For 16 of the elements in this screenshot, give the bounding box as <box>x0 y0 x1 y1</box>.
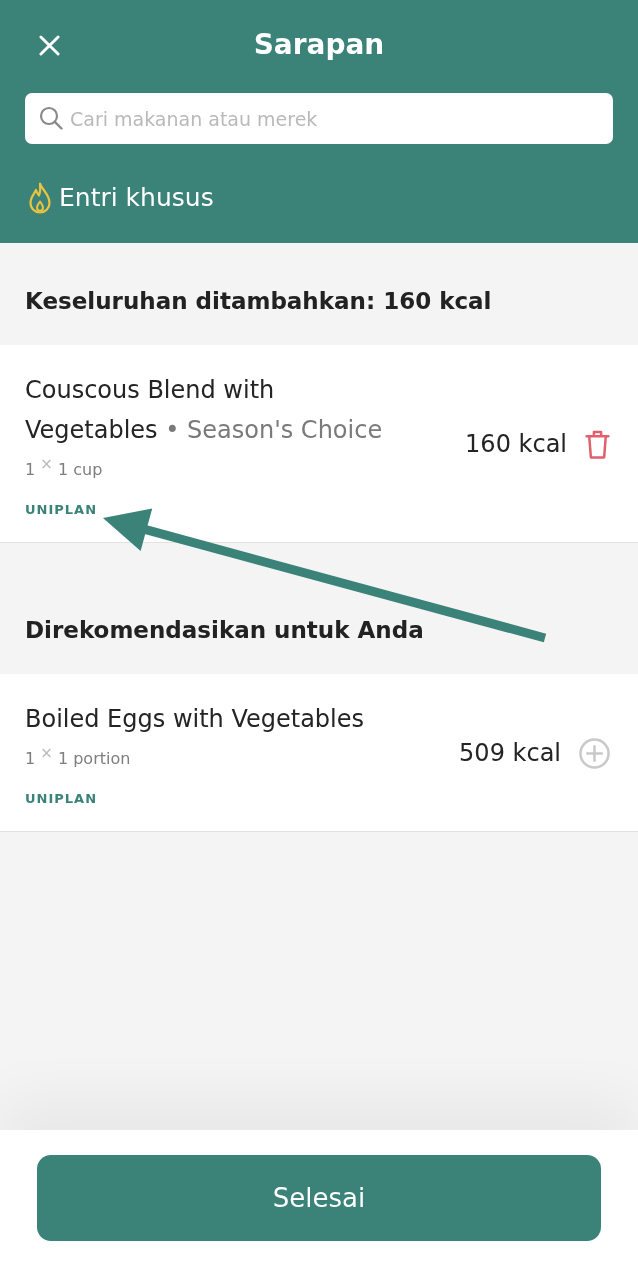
food-title: Couscous Blend with Vegetables • Season's Choice <box>25 375 384 446</box>
flame-icon <box>28 182 52 214</box>
food-title: Boiled Eggs with Vegetables <box>25 704 365 735</box>
search-field[interactable]: Cari makanan atau merek <box>25 93 613 144</box>
plan-tag: UNIPLAN <box>25 791 98 807</box>
plan-tag: UNIPLAN <box>25 502 98 518</box>
calorie-count: 160 kcal <box>465 430 567 458</box>
custom-entry-button[interactable]: Entri khusus <box>25 180 214 216</box>
done-button[interactable]: Selesai <box>37 1155 601 1241</box>
section-title: Direkomendasikan untuk Anda <box>25 616 424 645</box>
calorie-count: 509 kcal <box>459 739 561 767</box>
search-icon <box>39 106 63 130</box>
screen-title: Sarapan <box>253 27 385 63</box>
trash-icon[interactable] <box>585 429 610 459</box>
close-icon[interactable] <box>39 34 60 56</box>
section-title: Keseluruhan ditambahkan: 160 kcal <box>25 287 492 316</box>
